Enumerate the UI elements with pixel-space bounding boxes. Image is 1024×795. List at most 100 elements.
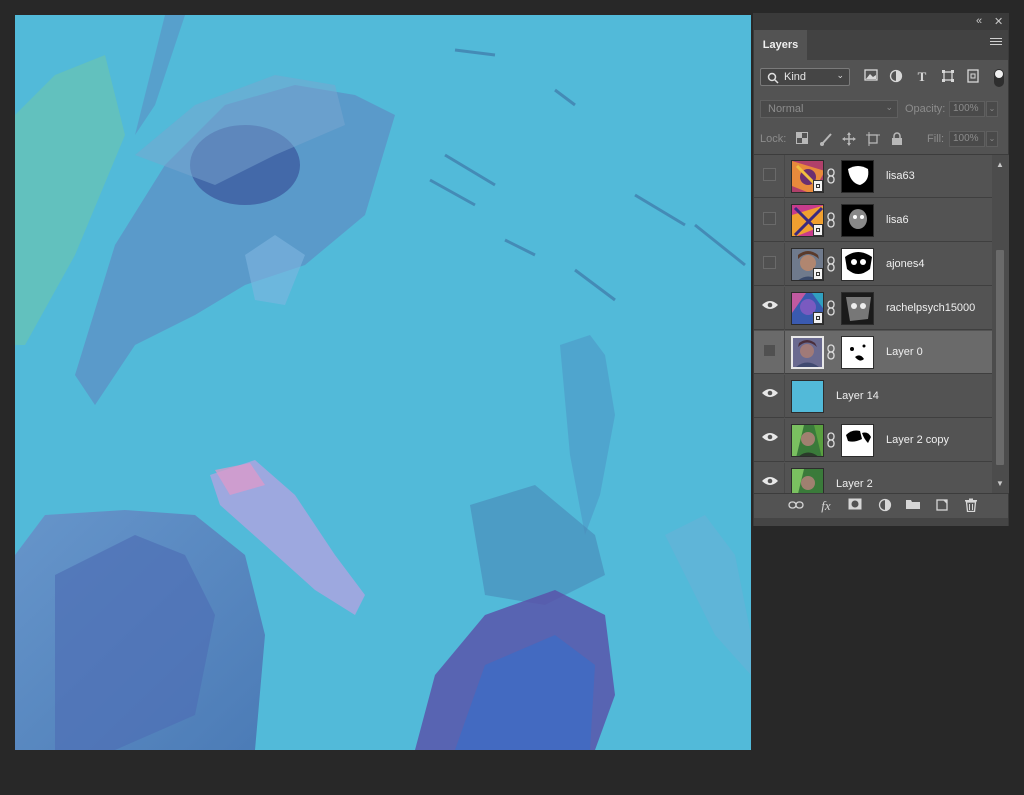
chain-link-icon[interactable]	[827, 212, 835, 228]
type-filter-icon[interactable]: T	[914, 69, 930, 85]
eye-icon[interactable]	[761, 431, 779, 443]
scrollbar-thumb[interactable]	[996, 250, 1004, 465]
layer-name: Layer 2 copy	[886, 434, 949, 446]
document-canvas[interactable]	[15, 15, 751, 750]
shape-filter-icon[interactable]	[940, 69, 956, 85]
fx-icon[interactable]: fx	[818, 498, 834, 514]
opacity-stepper[interactable]: ⌄	[986, 101, 998, 117]
layer-mask-thumbnail[interactable]	[841, 424, 874, 457]
close-panel-icon[interactable]: ✕	[994, 15, 1003, 28]
lock-all-icon[interactable]	[890, 132, 904, 146]
lock-position-icon[interactable]	[842, 132, 856, 146]
layer-name: Layer 2	[836, 478, 873, 490]
adjustment-filter-icon[interactable]	[888, 69, 904, 85]
layer-name: rachelpsych15000	[886, 302, 976, 314]
adjustment-layer-icon[interactable]	[877, 498, 893, 514]
opacity-label: Opacity:	[905, 103, 946, 115]
layer-row-rachelpsych15000[interactable]: rachelpsych15000	[754, 287, 992, 330]
layer-name: lisa6	[886, 214, 909, 226]
layers-panel: « ✕ Layers Kind ⌄ T Normal ⌄ Opacity: 10…	[753, 13, 1009, 526]
chain-link-icon[interactable]	[827, 168, 835, 184]
layer-thumbnail	[791, 424, 824, 457]
panel-tab-strip: Layers	[754, 30, 1008, 60]
layer-row-lisa6[interactable]: lisa6	[754, 199, 992, 242]
delete-layer-icon[interactable]	[963, 498, 979, 514]
layer-mask-thumbnail[interactable]	[841, 336, 874, 369]
fill-stepper[interactable]: ⌄	[986, 131, 998, 147]
fill-label: Fill:	[927, 133, 945, 145]
layer-name: ajones4	[886, 258, 925, 270]
panel-title-bar: « ✕	[754, 14, 1008, 30]
collapse-panel-icon[interactable]: «	[976, 15, 982, 27]
eye-icon[interactable]	[761, 299, 779, 311]
layer-name: lisa63	[886, 170, 915, 182]
lock-transparent-icon[interactable]	[795, 132, 809, 146]
image-filter-icon[interactable]	[863, 69, 879, 85]
smart-object-filter-icon[interactable]	[965, 69, 981, 85]
hamburger-icon[interactable]	[990, 38, 1002, 47]
visibility-toggle[interactable]	[763, 168, 776, 181]
filter-toggle-switch[interactable]	[994, 69, 1004, 87]
layer-row-lisa63[interactable]: lisa63	[754, 155, 992, 198]
visibility-toggle[interactable]	[763, 344, 776, 357]
layer-mask-thumbnail[interactable]	[841, 160, 874, 193]
divider	[784, 419, 785, 462]
layer-thumbnail	[791, 336, 824, 369]
canvas-artwork	[15, 15, 751, 750]
panel-resize-bar[interactable]	[754, 518, 1008, 526]
layer-row-layer-0[interactable]: Layer 0	[754, 331, 992, 374]
lock-row: Lock: Fill: 100% ⌄	[754, 130, 1008, 152]
scroll-down-icon[interactable]: ▼	[996, 479, 1004, 488]
smart-object-icon	[813, 268, 823, 280]
filter-row: Kind ⌄ T	[754, 66, 1008, 92]
divider	[784, 375, 785, 418]
add-mask-icon[interactable]	[847, 498, 863, 514]
layer-row-layer-2-copy[interactable]: Layer 2 copy	[754, 419, 992, 462]
layer-mask-thumbnail[interactable]	[841, 248, 874, 281]
chain-link-icon[interactable]	[827, 300, 835, 316]
panel-footer: fx	[754, 493, 1008, 518]
blend-mode-label: Normal	[768, 103, 804, 115]
new-layer-icon[interactable]	[934, 498, 950, 514]
search-icon	[767, 72, 779, 84]
layer-mask-thumbnail[interactable]	[841, 204, 874, 237]
layer-thumbnail	[791, 380, 824, 413]
visibility-toggle[interactable]	[763, 256, 776, 269]
new-group-icon[interactable]	[905, 498, 921, 514]
divider	[784, 243, 785, 286]
layer-name: Layer 0	[886, 346, 923, 358]
divider	[784, 287, 785, 330]
fill-field[interactable]: 100%	[949, 131, 985, 147]
divider	[784, 155, 785, 198]
layer-row-ajones4[interactable]: ajones4	[754, 243, 992, 286]
chain-link-icon[interactable]	[827, 344, 835, 360]
layer-name: Layer 14	[836, 390, 879, 402]
kind-filter-select[interactable]: Kind ⌄	[760, 68, 850, 86]
smart-object-icon	[813, 180, 823, 192]
opacity-field[interactable]: 100%	[949, 101, 985, 117]
visibility-toggle[interactable]	[763, 212, 776, 225]
divider	[784, 199, 785, 242]
lock-paint-icon[interactable]	[819, 132, 833, 146]
layers-scrollbar[interactable]: ▲ ▼	[992, 155, 1009, 493]
layer-mask-thumbnail[interactable]	[841, 292, 874, 325]
smart-object-icon	[813, 312, 823, 324]
eye-icon[interactable]	[761, 387, 779, 399]
chain-link-icon[interactable]	[827, 432, 835, 448]
blend-mode-select[interactable]: Normal ⌄	[760, 100, 898, 118]
divider	[784, 463, 785, 493]
layer-row-layer-14[interactable]: Layer 14	[754, 375, 992, 418]
lock-artboard-icon[interactable]	[866, 132, 880, 146]
lock-label: Lock:	[760, 133, 787, 145]
tab-layers[interactable]: Layers	[754, 30, 807, 60]
divider	[784, 331, 785, 374]
layer-thumbnail	[791, 468, 824, 493]
link-layers-icon[interactable]	[788, 498, 804, 514]
layer-row-layer-2[interactable]: Layer 2	[754, 463, 992, 493]
scroll-up-icon[interactable]: ▲	[996, 160, 1004, 169]
chain-link-icon[interactable]	[827, 256, 835, 272]
eye-icon[interactable]	[761, 475, 779, 487]
smart-object-icon	[813, 224, 823, 236]
chevron-down-icon: ⌄	[836, 70, 844, 80]
kind-filter-label: Kind	[784, 71, 807, 83]
